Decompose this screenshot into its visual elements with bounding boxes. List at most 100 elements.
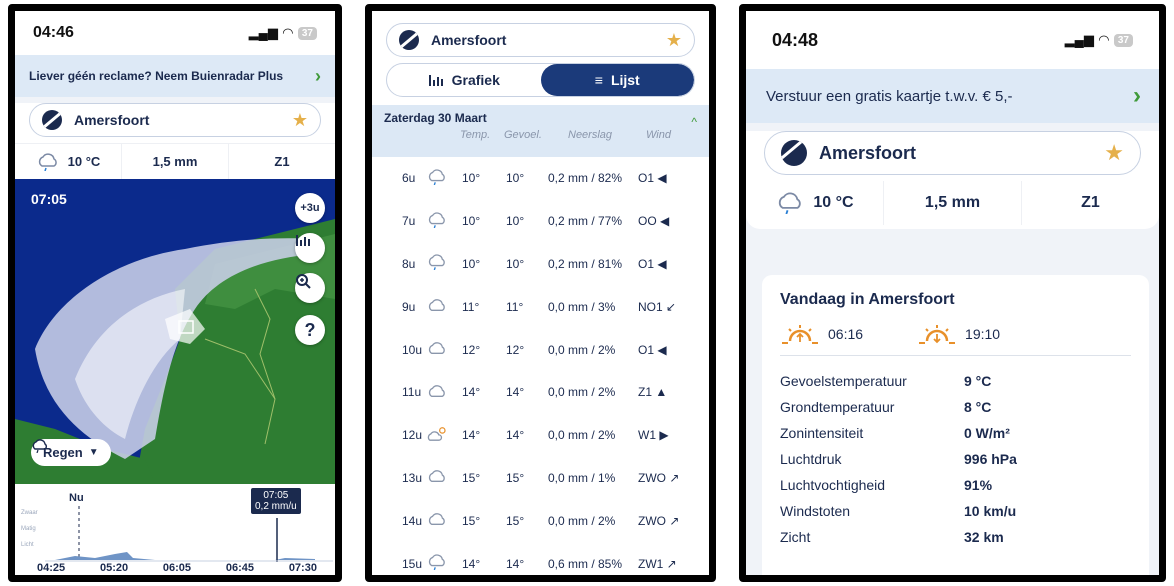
phone-hourly-list-screen: Amersfoort ★ Grafiek ≡ Lijst Zaterdag 30… <box>365 4 716 582</box>
hour-precip: 0,2 mm / 82% <box>548 171 623 186</box>
rain-cloud-icon <box>426 254 462 273</box>
wind-value: Z1 <box>1081 194 1100 211</box>
hour-row[interactable]: 10u 12° 12° 0,0 mm / 2% O1 ◀ <box>372 328 709 371</box>
hour-label: 7u <box>402 214 416 229</box>
promo-banner[interactable]: Verstuur een gratis kaartje t.w.v. € 5,-… <box>746 69 1159 123</box>
detail-row: Zicht 32 km <box>780 524 1131 550</box>
location-card: Amersfoort ★ 10 °C 1,5 mm Z1 <box>15 103 335 179</box>
hour-wind: Z1 ▲ <box>638 385 668 400</box>
location-card: Amersfoort ★ 10 °C 1,5 mm Z1 <box>746 131 1159 229</box>
sunrise-icon <box>782 325 818 344</box>
current-weather-stats: 10 °C 1,5 mm Z1 <box>15 143 335 179</box>
detail-value: 10 km/u <box>964 503 1017 519</box>
phone-radar-screen: 04:46 ▂▄▆ ◠ 37 Liever géén reclame? Neem… <box>8 4 342 582</box>
chevron-right-icon: › <box>1133 82 1141 109</box>
temperature-stat: 10 °C <box>746 181 884 225</box>
detail-row: Windstoten 10 km/u <box>780 498 1131 524</box>
hour-feel: 10° <box>506 171 525 186</box>
tooltip-time: 07:05 <box>263 490 289 501</box>
chart-button[interactable] <box>295 233 325 263</box>
caret-down-icon: ▼ <box>88 447 99 458</box>
timeline-tooltip: 07:05 0,2 mm/u <box>251 488 301 514</box>
hour-row[interactable]: 13u 15° 15° 0,0 mm / 1% ZWO ↗ <box>372 457 709 500</box>
hourly-list: 6u 10° 10° 0,2 mm / 82% O1 ◀ 7u 10° 10° 0,2 mm /… <box>372 157 709 575</box>
battery-icon: 37 <box>1113 33 1133 47</box>
layer-dropdown[interactable]: Regen ▼ <box>31 439 111 466</box>
signal-icon: ▂▄▆ <box>248 25 278 40</box>
hour-row[interactable]: 8u 10° 10° 0,2 mm / 81% O1 ◀ <box>372 243 709 286</box>
radar-time: 07:05 <box>31 191 67 207</box>
hour-row[interactable]: 14u 15° 15° 0,0 mm / 2% ZWO ↗ <box>372 499 709 542</box>
timeline-tick: 06:05 <box>162 562 192 574</box>
rain-cloud-icon <box>426 212 462 231</box>
hour-temp: 14° <box>462 385 481 400</box>
wind-stat: Z1 <box>1022 181 1159 225</box>
wind-stat: Z1 <box>229 144 335 179</box>
rain-timeline[interactable]: Nu Zwaar Matig Licht 07:05 0,2 mm/u 04:2… <box>15 484 335 575</box>
hour-temp: 15° <box>462 470 481 485</box>
favorite-star-icon[interactable]: ★ <box>1104 140 1124 166</box>
day-header[interactable]: Zaterdag 30 Maart Temp. Gevoel. Neerslag… <box>372 105 709 157</box>
zoom-button[interactable] <box>295 273 325 303</box>
location-name: Amersfoort <box>819 142 917 163</box>
favorite-star-icon[interactable]: ★ <box>666 30 682 51</box>
detail-label: Luchtdruk <box>780 451 842 467</box>
battery-icon: 37 <box>297 26 317 40</box>
hour-row[interactable]: 7u 10° 10° 0,2 mm / 77% OO ◀ <box>372 200 709 243</box>
detail-value: 9 °C <box>964 373 992 389</box>
location-selector[interactable]: Amersfoort ★ <box>764 131 1141 175</box>
promo-banner[interactable]: Liever géén reclame? Neem Buienradar Plu… <box>15 55 335 97</box>
bar-chart-icon <box>428 75 443 86</box>
hour-wind: OO ◀ <box>638 214 670 229</box>
hour-precip: 0,0 mm / 1% <box>548 470 616 485</box>
detail-label: Zonintensiteit <box>780 425 864 441</box>
status-time: 04:48 <box>772 29 819 50</box>
hour-row[interactable]: 12u 14° 14° 0,0 mm / 2% W1 ▶ <box>372 414 709 457</box>
chevron-up-icon[interactable]: ^ <box>691 115 697 129</box>
hour-temp: 14° <box>462 428 481 443</box>
sunset-icon <box>919 325 956 344</box>
detail-row: Luchtdruk 996 hPa <box>780 446 1131 472</box>
rain-cloud-icon <box>426 554 462 573</box>
hour-feel: 10° <box>506 214 525 229</box>
status-icons: ▂▄▆ ◠ 37 <box>249 25 317 41</box>
tab-chart[interactable]: Grafiek <box>387 64 541 96</box>
cloud-icon <box>426 340 462 359</box>
tab-list[interactable]: ≡ Lijst <box>540 64 694 96</box>
hour-feel: 14° <box>506 385 525 400</box>
hour-wind: ZWO ↗ <box>638 513 680 528</box>
list-icon: ≡ <box>594 72 603 88</box>
hour-row[interactable]: 6u 10° 10° 0,2 mm / 82% O1 ◀ <box>372 157 709 200</box>
day-title: Zaterdag 30 Maart <box>384 111 487 125</box>
hour-label: 9u <box>402 299 416 314</box>
favorite-star-icon[interactable]: ★ <box>292 110 308 131</box>
timeline-tick: 06:45 <box>225 562 254 574</box>
hour-row[interactable]: 15u 14° 14° 0,6 mm / 85% ZW1 ↗ <box>372 542 709 575</box>
current-weather-stats: 10 °C 1,5 mm Z1 <box>746 181 1159 225</box>
location-selector[interactable]: Amersfoort ★ <box>29 103 321 137</box>
radar-map[interactable]: 07:05 +3u ? Regen ▼ <box>15 179 335 484</box>
hour-precip: 0,0 mm / 2% <box>548 428 616 443</box>
hour-precip: 0,0 mm / 3% <box>548 299 616 314</box>
buienradar-logo-icon <box>42 110 62 130</box>
hour-row[interactable]: 9u 11° 11° 0,0 mm / 3% NO1 ↙ <box>372 285 709 328</box>
sun-times: 06:16 19:10 <box>780 323 1131 356</box>
hour-wind: O1 ◀ <box>638 171 667 186</box>
detail-row: Gevoelstemperatuur 9 °C <box>780 368 1131 394</box>
location-name: Amersfoort <box>431 32 507 48</box>
help-button[interactable]: ? <box>295 315 325 345</box>
col-feel: Gevoel. <box>504 129 542 141</box>
hour-wind: NO1 ↙ <box>638 299 677 314</box>
tooltip-value: 0,2 mm/u <box>255 501 297 512</box>
cloud-icon <box>426 297 462 316</box>
col-wind: Wind <box>646 129 671 141</box>
promo-text: Verstuur een gratis kaartje t.w.v. € 5,- <box>766 87 1013 105</box>
hour-row[interactable]: 11u 14° 14° 0,0 mm / 2% Z1 ▲ <box>372 371 709 414</box>
location-selector[interactable]: Amersfoort ★ <box>386 23 695 57</box>
hour-precip: 0,6 mm / 85% <box>548 556 623 571</box>
tab-list-label: Lijst <box>610 72 640 88</box>
temperature-value: 10 °C <box>67 154 101 169</box>
hour-label: 8u <box>402 256 416 271</box>
sun-cloud-icon <box>426 426 462 445</box>
plus-3-hours-button[interactable]: +3u <box>295 193 325 223</box>
